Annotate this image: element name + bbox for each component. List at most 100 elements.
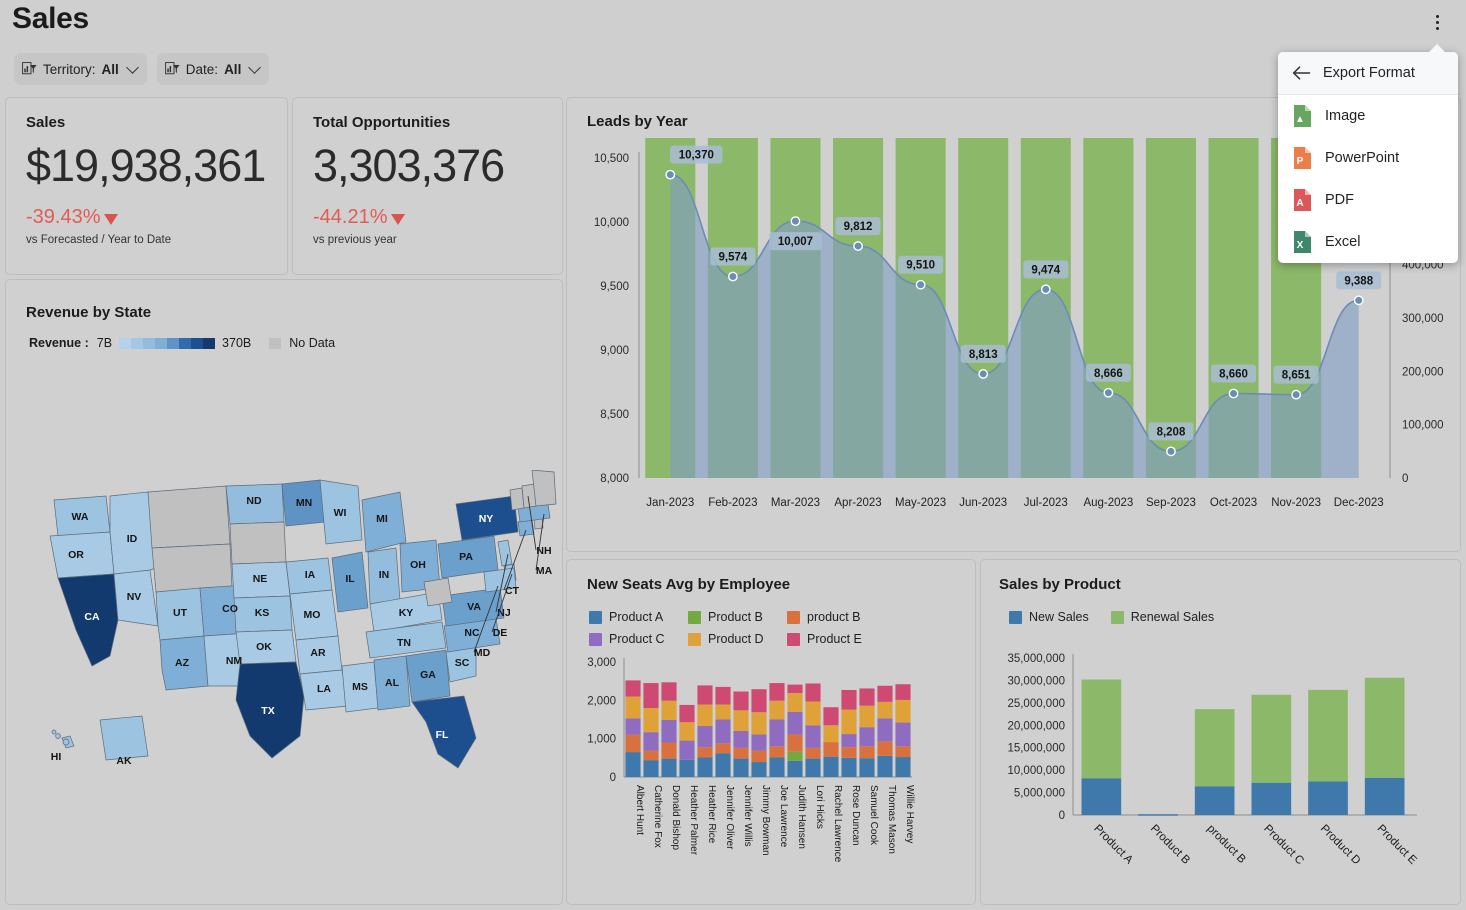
map-state-label-MA: MA — [536, 565, 553, 577]
kpi-title-opportunities: Total Opportunities — [313, 114, 451, 131]
map-state-label-CO: CO — [222, 603, 238, 615]
legend-swatch — [143, 337, 156, 349]
kpi-subtitle-sales: vs Forecasted / Year to Date — [26, 234, 172, 246]
map-card-revenue-by-state: Revenue by State Revenue : 7B 370B No Da… — [5, 279, 563, 905]
filter-chip-territory[interactable]: Territory: All — [14, 53, 147, 85]
filter-value-territory: All — [101, 61, 119, 77]
legend-swatch — [688, 632, 701, 646]
svg-text:Product E: Product E — [1375, 823, 1419, 867]
legend-item-new-sales[interactable]: New Sales — [1009, 610, 1089, 624]
map-state-label-TX: TX — [261, 705, 274, 717]
legend-swatch — [167, 337, 180, 349]
legend-item-product-e[interactable]: Product E — [787, 632, 874, 646]
map-state-label-WA: WA — [72, 511, 89, 523]
legend-item-renewal-sales[interactable]: Renewal Sales — [1110, 610, 1215, 624]
svg-text:A: A — [1296, 198, 1303, 209]
svg-text:Jimmy Bowman: Jimmy Bowman — [760, 785, 771, 856]
svg-text:8,813: 8,813 — [969, 349, 998, 361]
svg-text:200,000: 200,000 — [1402, 366, 1444, 378]
legend-item-product-a[interactable]: Product A — [589, 610, 676, 624]
map-state-AK[interactable] — [99, 715, 149, 761]
kpi-title-sales: Sales — [26, 114, 66, 131]
svg-text:Lori Hicks: Lori Hicks — [814, 785, 825, 829]
sales-by-product-chart[interactable]: 0 5,000,000 10,000,000 15,000,000 20,000,000… — [981, 640, 1462, 906]
svg-text:9,500: 9,500 — [600, 281, 629, 293]
chart-title-new-seats: New Seats Avg by Employee — [587, 576, 791, 593]
svg-text:Aug-2023: Aug-2023 — [1083, 497, 1133, 509]
new-seats-chart[interactable]: 0 1,000 2,000 3,000 Albert Hunt Catherine Fox… — [567, 652, 977, 902]
map-state-label-NE: NE — [253, 573, 268, 585]
map-state-label-KS: KS — [255, 607, 270, 619]
export-menu-back-button[interactable]: Export Format — [1278, 52, 1458, 95]
svg-text:8,500: 8,500 — [600, 409, 629, 421]
map-state-label-OR: OR — [68, 549, 84, 561]
kpi-delta-sales: -39.43% — [26, 206, 118, 229]
legend-label: Renewal Sales — [1130, 610, 1215, 624]
map-state-WV[interactable] — [423, 577, 453, 607]
filter-chip-date[interactable]: Date: All — [156, 53, 270, 85]
export-menu-item-pdf[interactable]: A PDF — [1278, 179, 1458, 221]
map-state-label-WI: WI — [334, 507, 347, 519]
map-state-ME[interactable] — [531, 470, 557, 507]
svg-text:Heather Palmer: Heather Palmer — [688, 785, 699, 856]
svg-text:Jennifer Willis: Jennifer Willis — [742, 785, 753, 847]
chart-title-leads-by-year: Leads by Year — [587, 113, 688, 130]
svg-text:8,000: 8,000 — [600, 473, 629, 485]
svg-text:100,000: 100,000 — [1402, 420, 1444, 432]
legend-item-product-c[interactable]: Product C — [589, 632, 676, 646]
map-state-VT[interactable] — [509, 487, 525, 511]
export-menu-item-powerpoint[interactable]: P PowerPoint — [1278, 137, 1458, 179]
map-state-label-VA: VA — [467, 601, 481, 613]
legend-new-seats: Product A Product B product B Product C Prod… — [589, 610, 959, 654]
svg-text:Jul-2023: Jul-2023 — [1024, 497, 1068, 509]
svg-text:Mar-2023: Mar-2023 — [771, 497, 820, 509]
map-state-label-IN: IN — [379, 569, 390, 581]
legend-label: Product B — [708, 610, 763, 624]
filter-bar: Territory: All Date: All — [14, 53, 270, 85]
legend-item-product-b[interactable]: Product B — [688, 610, 775, 624]
svg-text:Catherine Fox: Catherine Fox — [652, 785, 663, 848]
svg-text:May-2023: May-2023 — [895, 497, 946, 509]
map-state-NJ[interactable] — [497, 539, 513, 567]
kpi-delta-opportunities: -44.21% — [313, 206, 405, 229]
map-state-SD[interactable] — [229, 521, 287, 565]
export-menu-item-label: PowerPoint — [1325, 150, 1400, 166]
export-menu-item-label: Excel — [1325, 234, 1361, 250]
svg-text:Product C: Product C — [1261, 823, 1306, 868]
export-menu-item-excel[interactable]: X Excel — [1278, 221, 1458, 263]
svg-text:0: 0 — [1059, 810, 1065, 822]
svg-text:product B: product B — [1205, 823, 1249, 867]
export-menu-item-label: PDF — [1325, 192, 1354, 208]
filter-icon — [22, 62, 37, 76]
export-menu-item-image[interactable]: ▲ Image — [1278, 95, 1458, 137]
svg-text:Jun-2023: Jun-2023 — [959, 497, 1007, 509]
filter-value-date: All — [224, 61, 242, 77]
legend-swatch — [787, 610, 800, 624]
map-state-MT[interactable] — [147, 485, 231, 549]
export-menu-title: Export Format — [1323, 65, 1415, 81]
svg-text:0: 0 — [610, 772, 616, 784]
svg-text:Oct-2023: Oct-2023 — [1210, 497, 1257, 509]
filter-label-date: Date: — [185, 61, 219, 77]
legend-item-product-b[interactable]: product B — [787, 610, 874, 624]
map-state-label-KY: KY — [399, 607, 414, 619]
map-state-label-NV: NV — [127, 591, 142, 603]
svg-text:10,007: 10,007 — [778, 236, 813, 248]
map-state-WY[interactable] — [151, 543, 233, 593]
legend-swatch — [203, 337, 216, 349]
overflow-menu-button[interactable] — [1424, 8, 1450, 36]
map-state-label-MN: MN — [296, 497, 312, 509]
map-legend-min: 7B — [96, 336, 113, 350]
legend-swatch — [688, 610, 701, 624]
svg-text:Jan-2023: Jan-2023 — [646, 497, 694, 509]
svg-text:9,510: 9,510 — [906, 260, 935, 272]
kebab-dot — [1435, 20, 1439, 24]
legend-swatch — [589, 632, 602, 646]
svg-text:Donald Bishop: Donald Bishop — [670, 785, 681, 850]
export-format-menu: Export Format ▲ Image P PowerPoint A PDF… — [1278, 52, 1458, 263]
map-state-label-ND: ND — [246, 495, 262, 507]
legend-item-product-d[interactable]: Product D — [688, 632, 775, 646]
us-choropleth-map[interactable]: WA OR CA NV ID ND MN NE KS OK TX UT CO NM AZ IA MO AR LA WI… — [14, 470, 559, 890]
svg-text:Product D: Product D — [1318, 823, 1363, 868]
svg-text:9,474: 9,474 — [1031, 264, 1060, 276]
